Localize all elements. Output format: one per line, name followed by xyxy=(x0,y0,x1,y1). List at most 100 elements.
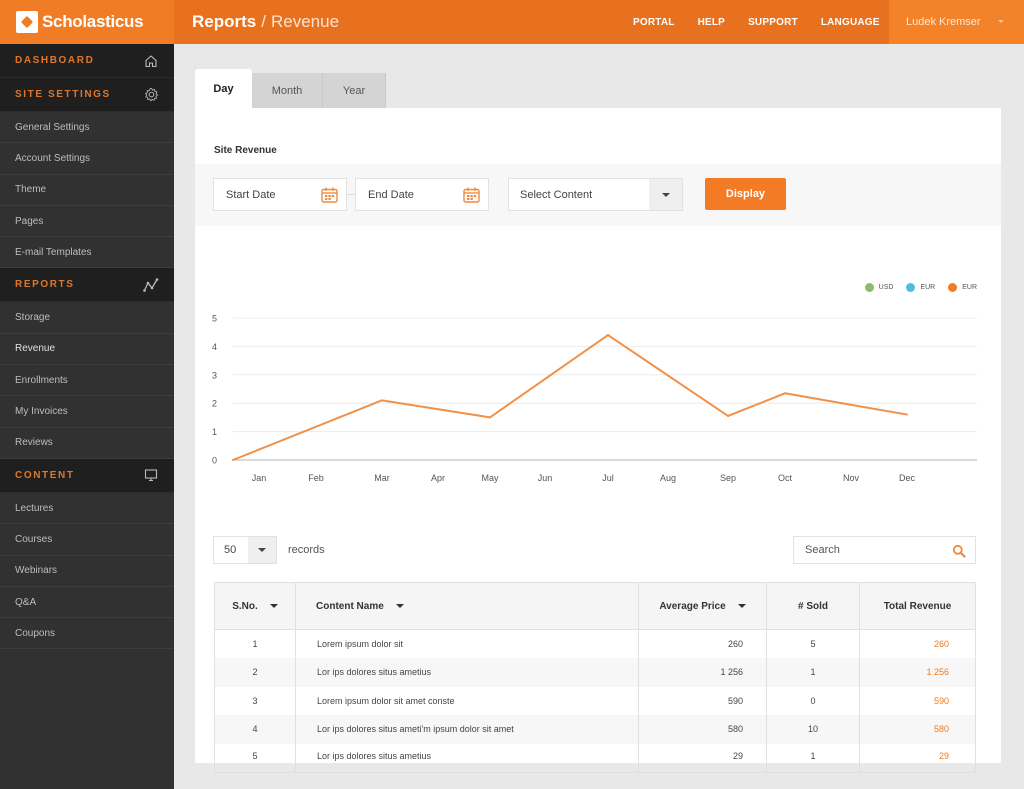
breadcrumb-separator: / xyxy=(261,12,266,31)
dropdown-toggle[interactable] xyxy=(649,179,682,210)
y-tick-label: 3 xyxy=(212,370,217,380)
search-icon[interactable] xyxy=(952,544,966,558)
end-date-input[interactable]: End Date xyxy=(355,178,489,211)
nav-language[interactable]: LANGUAGE xyxy=(821,17,880,28)
date-range-connector xyxy=(347,194,355,195)
cell-sno: 1 xyxy=(214,629,296,658)
y-tick-label: 4 xyxy=(212,342,217,352)
sidebar-item-enrollments[interactable]: Enrollments xyxy=(0,365,174,397)
sidebar-item-courses[interactable]: Courses xyxy=(0,524,174,556)
x-tick-label: Jun xyxy=(538,473,553,483)
dropdown-toggle[interactable] xyxy=(248,537,276,563)
x-tick-label: Jul xyxy=(602,473,614,483)
legend-swatch xyxy=(906,283,916,292)
y-tick-label: 0 xyxy=(212,456,217,466)
sidebar-item-account-settings[interactable]: Account Settings xyxy=(0,143,174,175)
column-label: Total Revenue xyxy=(883,600,952,612)
tab-year[interactable]: Year xyxy=(323,73,386,108)
sidebar: DASHBOARD SITE SETTINGS General Settings… xyxy=(0,44,174,789)
sidebar-item-theme[interactable]: Theme xyxy=(0,175,174,206)
cell-average-price: 260 xyxy=(638,629,767,658)
sidebar-section-label: DASHBOARD xyxy=(15,55,95,66)
sidebar-section-dashboard[interactable]: DASHBOARD xyxy=(0,44,174,78)
cell-average-price: 580 xyxy=(638,715,767,744)
x-tick-label: Feb xyxy=(308,473,324,483)
legend-item[interactable]: EUR xyxy=(906,283,935,292)
caret-down-icon xyxy=(258,548,266,552)
legend-item[interactable]: USD xyxy=(864,283,893,292)
column-header-sold: # Sold xyxy=(766,582,860,630)
sidebar-item-lectures[interactable]: Lectures xyxy=(0,493,174,525)
sidebar-item-my-invoices[interactable]: My Invoices xyxy=(0,396,174,428)
sidebar-item-email-templates[interactable]: E-mail Templates xyxy=(0,237,174,269)
cell-total-revenue: 260 xyxy=(859,629,976,658)
cell-total-revenue: 1 256 xyxy=(859,658,976,687)
data-point xyxy=(727,414,729,417)
x-tick-label: Oct xyxy=(778,473,793,483)
sidebar-item-general-settings[interactable]: General Settings xyxy=(0,112,174,144)
panel-title: Site Revenue xyxy=(214,145,277,156)
sidebar-section-content[interactable]: CONTENT xyxy=(0,458,174,493)
table-row[interactable]: 5 Lor ips dolores situs ametius 29 1 29 xyxy=(214,743,976,772)
cell-average-price: 1 256 xyxy=(638,658,767,687)
chevron-down-icon xyxy=(998,20,1004,23)
revenue-panel: Site Revenue Start Date End Date Select … xyxy=(195,108,1001,773)
nav-portal[interactable]: PORTAL xyxy=(633,17,675,28)
sidebar-item-storage[interactable]: Storage xyxy=(0,302,174,334)
records-select-value: 50 xyxy=(224,544,237,556)
user-menu[interactable]: Ludek Kremser xyxy=(889,0,1024,44)
sidebar-item-pages[interactable]: Pages xyxy=(0,206,174,238)
logo-icon xyxy=(16,11,38,33)
records-select[interactable]: 50 xyxy=(213,536,277,564)
search-placeholder: Search xyxy=(805,544,840,556)
brand-logo-link[interactable]: Scholasticus xyxy=(0,0,174,44)
sidebar-item-coupons[interactable]: Coupons xyxy=(0,618,174,650)
content-select[interactable]: Select Content xyxy=(508,178,683,211)
column-label: Average Price xyxy=(659,600,726,612)
sidebar-item-reviews[interactable]: Reviews xyxy=(0,428,174,459)
caret-down-icon xyxy=(661,192,670,197)
table-row[interactable]: 3 Lorem ipsum dolor sit amet conste 590 … xyxy=(214,686,976,715)
breadcrumb-page: Revenue xyxy=(270,12,340,31)
breadcrumb-section[interactable]: Reports xyxy=(192,12,256,32)
table-row[interactable]: 1 Lorem ipsum dolor sit 260 5 260 xyxy=(214,629,976,658)
nav-help[interactable]: HELP xyxy=(698,17,725,28)
column-header-average-price[interactable]: Average Price xyxy=(638,582,767,630)
table-header-row: S.No. Content Name Average Price # Sold … xyxy=(214,582,976,630)
brand-name: Scholasticus xyxy=(42,12,144,31)
data-point xyxy=(784,392,786,395)
column-label: # Sold xyxy=(797,600,828,612)
sort-icon xyxy=(269,604,278,608)
column-header-sno[interactable]: S.No. xyxy=(214,582,296,630)
sidebar-section-reports[interactable]: REPORTS xyxy=(0,268,174,303)
display-button[interactable]: Display xyxy=(705,178,786,210)
calendar-icon[interactable] xyxy=(321,187,338,203)
cell-content-name: Lor ips dolores situs ameti'm ipsum dolo… xyxy=(295,715,639,744)
cell-sno: 5 xyxy=(214,743,296,772)
records-per-page: 50 records xyxy=(213,536,325,564)
tab-day[interactable]: Day xyxy=(195,69,252,108)
sidebar-item-qa[interactable]: Q&A xyxy=(0,587,174,619)
legend-item[interactable]: EUR xyxy=(948,283,977,292)
cell-sold: 0 xyxy=(766,686,860,715)
search-input[interactable]: Search xyxy=(793,536,976,564)
nav-support[interactable]: SUPPORT xyxy=(748,17,798,28)
calendar-icon[interactable] xyxy=(463,187,480,203)
chart-legend: USD EUR EUR xyxy=(852,283,977,292)
table-row[interactable]: 2 Lor ips dolores situs ametius 1 256 1 … xyxy=(214,658,976,687)
legend-swatch xyxy=(864,283,874,292)
sidebar-item-revenue[interactable]: Revenue xyxy=(0,334,174,366)
legend-label: EUR xyxy=(962,284,977,291)
top-bar: Scholasticus Reports / Revenue PORTAL HE… xyxy=(0,0,1024,44)
cell-average-price: 29 xyxy=(638,743,767,772)
start-date-input[interactable]: Start Date xyxy=(213,178,347,211)
cell-sno: 3 xyxy=(214,686,296,715)
period-tabs: Day Month Year xyxy=(195,69,1001,108)
tab-month[interactable]: Month xyxy=(252,73,323,108)
cell-content-name: Lorem ipsum dolor sit amet conste xyxy=(295,686,639,715)
table-row[interactable]: 4 Lor ips dolores situs ameti'm ipsum do… xyxy=(214,715,976,744)
column-header-content-name[interactable]: Content Name xyxy=(295,582,639,630)
sidebar-section-site-settings[interactable]: SITE SETTINGS xyxy=(0,78,174,112)
series-line xyxy=(232,334,908,461)
sidebar-item-webinars[interactable]: Webinars xyxy=(0,556,174,587)
